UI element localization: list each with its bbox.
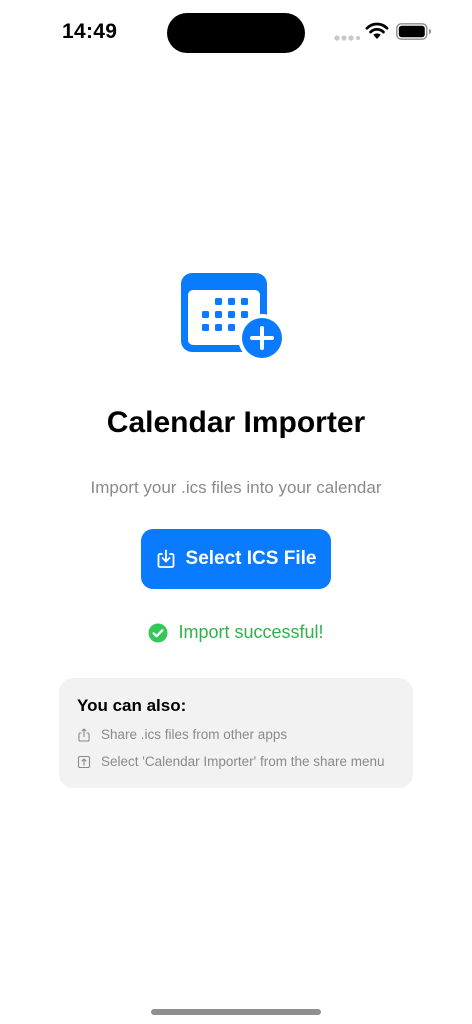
tips-card: You can also: Share .ics files from othe… <box>59 678 413 788</box>
tip-text: Select 'Calendar Importer' from the shar… <box>101 754 385 769</box>
select-ics-file-button[interactable]: Select ICS File <box>141 529 331 589</box>
select-button-label: Select ICS File <box>185 548 317 569</box>
cellular-signal-icon <box>334 35 360 41</box>
status-time: 14:49 <box>62 20 118 43</box>
import-status: Import successful! <box>0 622 472 643</box>
import-file-icon <box>157 549 174 568</box>
dynamic-island <box>167 13 305 53</box>
tip-text: Share .ics files from other apps <box>101 727 288 742</box>
app-subtitle: Import your .ics files into your calenda… <box>90 478 382 497</box>
calendar-add-icon <box>181 273 286 362</box>
app-title: Calendar Importer <box>106 406 366 439</box>
tips-title: You can also: <box>77 696 187 715</box>
status-bar: 14:49 <box>0 0 472 64</box>
home-indicator[interactable] <box>151 1009 321 1015</box>
checkmark-circle-icon <box>148 623 168 642</box>
wifi-icon <box>365 22 389 39</box>
tip-item: Share .ics files from other apps <box>77 727 287 742</box>
share-icon <box>78 727 90 742</box>
import-status-text: Import successful! <box>178 622 324 642</box>
battery-icon <box>396 23 431 40</box>
tip-item: Select 'Calendar Importer' from the shar… <box>77 754 385 769</box>
share-menu-icon <box>77 755 91 768</box>
